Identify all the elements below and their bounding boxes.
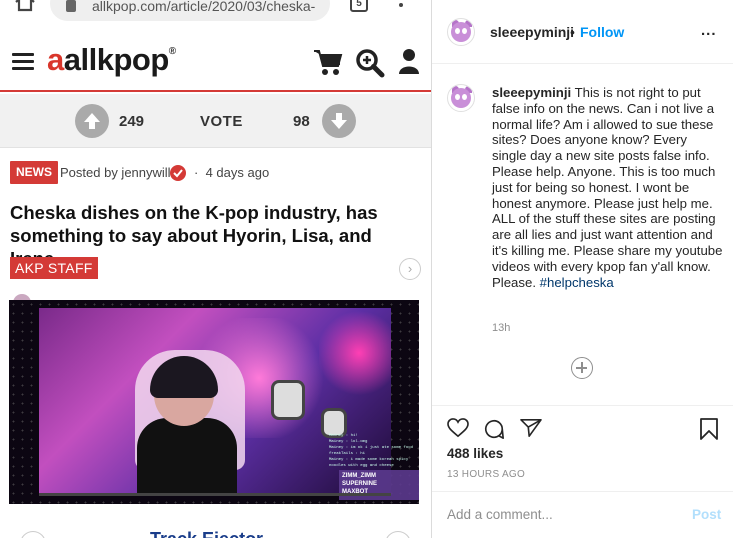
more-vert-icon[interactable] xyxy=(398,0,404,12)
verified-icon xyxy=(170,165,186,181)
downvote-button[interactable] xyxy=(322,104,356,138)
hashtag-link[interactable]: #helpcheska xyxy=(540,275,614,290)
vote-label: VOTE xyxy=(200,113,243,130)
site-header: aallkpop® xyxy=(0,28,431,92)
arrow-up-icon xyxy=(84,113,100,129)
lock-icon xyxy=(66,0,76,12)
caption-time: 13h xyxy=(492,322,511,334)
caption-username[interactable]: sleeepyminji xyxy=(492,85,571,100)
article-video[interactable]: Mainey : hi! Mainey : lol.omg Mainey : i… xyxy=(9,300,419,504)
comment-input[interactable] xyxy=(447,507,677,522)
url-text: allkpop.com/article/2020/03/cheska- xyxy=(92,0,316,14)
upvote-count: 249 xyxy=(119,113,145,130)
speaker xyxy=(271,380,305,420)
chevron-right-icon[interactable]: › xyxy=(399,258,421,280)
light-glow xyxy=(319,308,391,398)
upvote-button[interactable] xyxy=(75,104,109,138)
follow-button[interactable]: Follow xyxy=(580,24,624,40)
next-article-title[interactable]: Track Ejector xyxy=(150,529,263,538)
share-icon[interactable] xyxy=(520,418,542,438)
arrow-down-icon xyxy=(331,113,347,129)
cart-icon[interactable] xyxy=(313,48,343,76)
downvote-count: 98 xyxy=(293,113,310,130)
url-bar[interactable]: allkpop.com/article/2020/03/cheska- xyxy=(50,0,330,21)
comment-bar: Post xyxy=(432,491,733,538)
caption-text: This is not right to put false info on t… xyxy=(492,85,723,290)
avatar[interactable] xyxy=(447,18,475,46)
author-link[interactable]: Posted by jennywill xyxy=(60,165,171,180)
bookmark-icon[interactable] xyxy=(699,418,719,440)
instagram-post-panel: sleeepyminji • Follow ... sleeepyminji T… xyxy=(432,0,733,538)
category-badge[interactable]: NEWS xyxy=(10,161,58,184)
prev-article-button[interactable] xyxy=(20,531,46,538)
post-comment-button[interactable]: Post xyxy=(692,507,721,522)
home-icon[interactable] xyxy=(14,0,36,12)
post-time: · 4 days ago xyxy=(194,165,270,180)
video-progress-bar[interactable] xyxy=(39,493,391,496)
post-caption: sleeepyminji This is not right to put fa… xyxy=(492,85,724,290)
staff-badge[interactable]: AKP STAFF xyxy=(10,257,98,279)
post-header: sleeepyminji • Follow ... xyxy=(432,0,733,64)
allkpop-logo[interactable]: aallkpop® xyxy=(47,42,176,78)
likes-count[interactable]: 488 likes xyxy=(447,446,503,461)
tabs-button[interactable]: 5 xyxy=(350,0,368,12)
post-actions: 488 likes 13 HOURS AGO xyxy=(432,405,733,491)
next-article-button[interactable] xyxy=(385,531,411,538)
phone-screenshot: allkpop.com/article/2020/03/cheska- 5 aa… xyxy=(0,0,432,538)
heart-icon[interactable] xyxy=(447,418,469,438)
more-options-icon[interactable]: ... xyxy=(701,22,717,39)
load-more-comments-icon[interactable] xyxy=(571,357,593,379)
user-icon[interactable] xyxy=(398,48,420,76)
search-plus-icon[interactable] xyxy=(355,48,385,78)
vote-bar: 249 VOTE 98 xyxy=(0,94,431,148)
screen: allkpop.com/article/2020/03/cheska- 5 aa… xyxy=(0,0,733,538)
browser-toolbar: allkpop.com/article/2020/03/cheska- 5 xyxy=(0,0,431,28)
menu-icon[interactable] xyxy=(12,53,34,71)
avatar[interactable] xyxy=(447,84,475,112)
username-link[interactable]: sleeepyminji xyxy=(490,24,574,40)
avatar-face xyxy=(451,88,471,108)
comment-icon[interactable] xyxy=(483,418,505,440)
avatar-face xyxy=(451,22,471,42)
article-meta: NEWS Posted by jennywill · 4 days ago xyxy=(10,161,430,185)
post-date: 13 HOURS AGO xyxy=(447,469,526,480)
separator-dot: • xyxy=(570,24,575,40)
person-body xyxy=(137,418,237,496)
